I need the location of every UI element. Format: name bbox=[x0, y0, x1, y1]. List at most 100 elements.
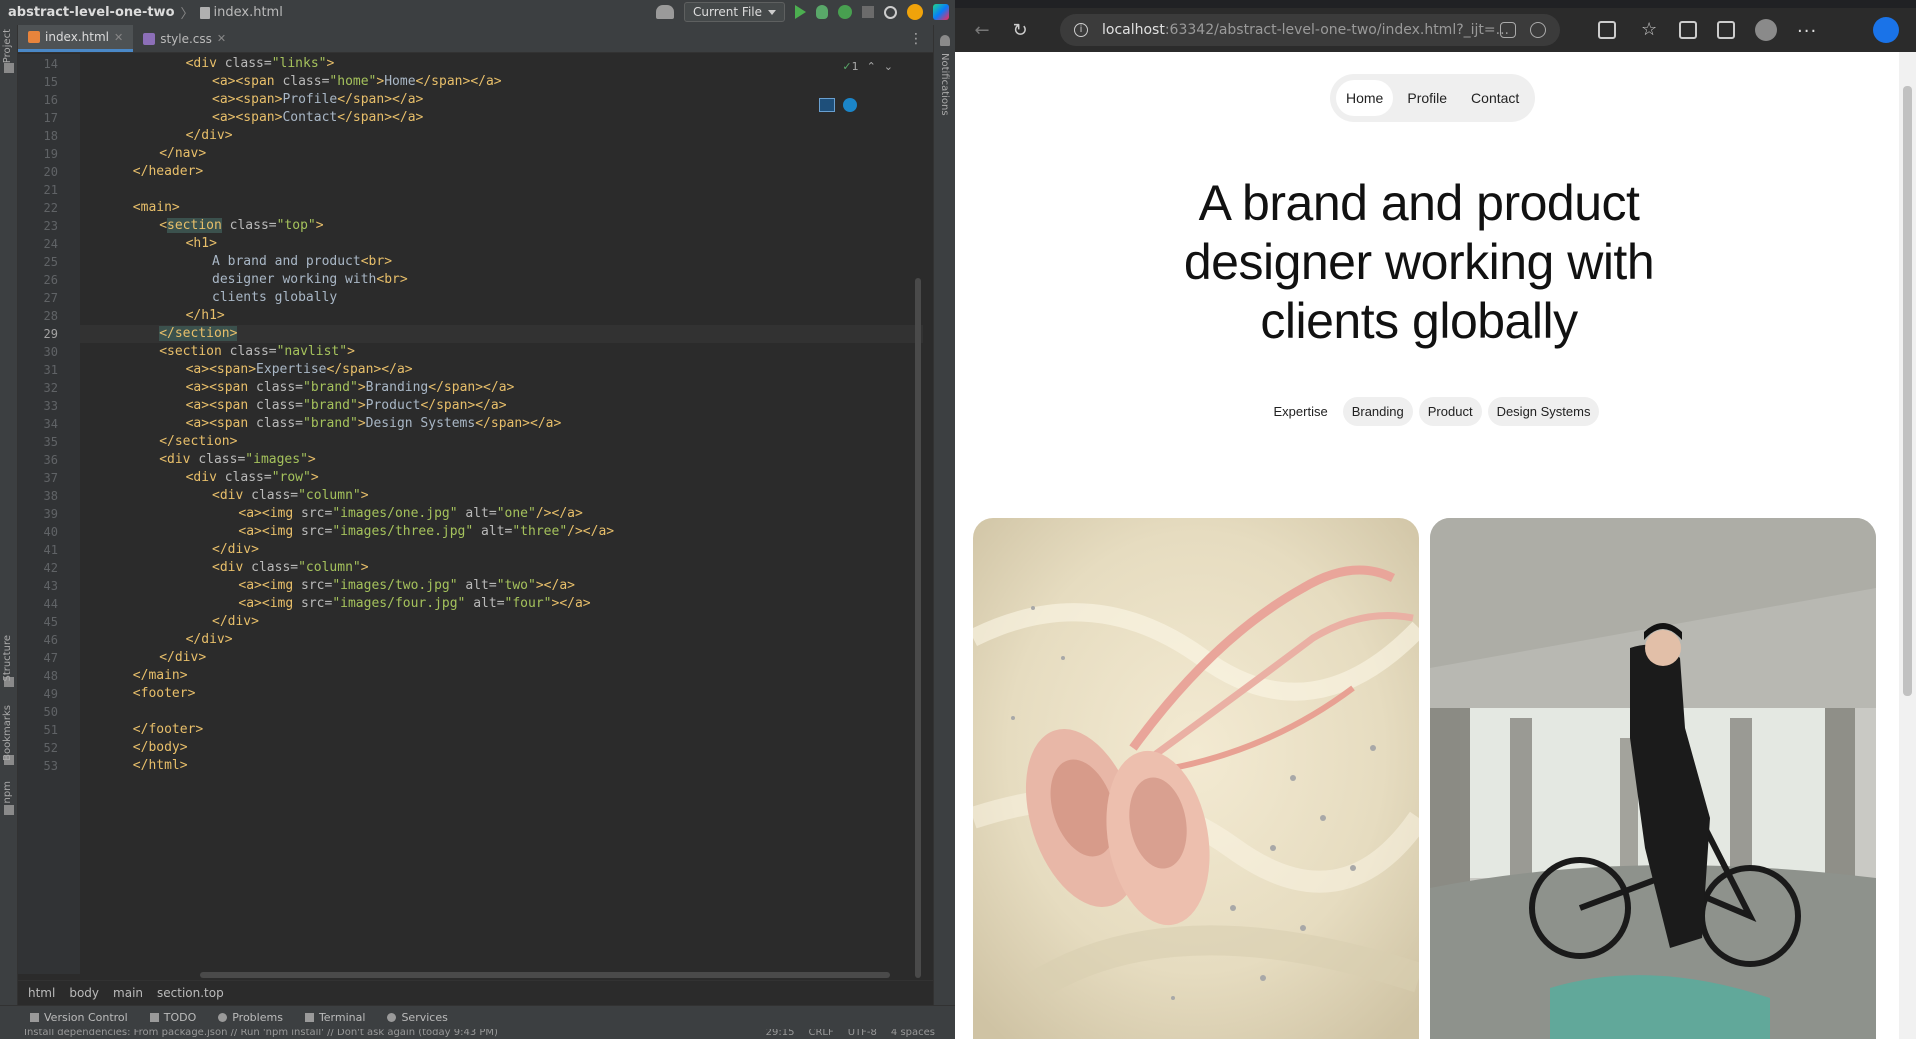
tab-style-css[interactable]: style.css ✕ bbox=[133, 25, 236, 52]
code-line[interactable]: 30 <section class="navlist"> bbox=[44, 343, 923, 361]
chip-product[interactable]: Product bbox=[1418, 397, 1482, 426]
bookmarks-tool-label[interactable]: Bookmarks bbox=[2, 705, 13, 761]
code-line[interactable]: 15 <a><span class="home">Home</span></a> bbox=[44, 73, 923, 91]
stop-icon[interactable] bbox=[862, 6, 874, 18]
notifications-tool-label[interactable]: Notifications bbox=[939, 53, 950, 116]
code-line[interactable]: 37 <div class="row"> bbox=[44, 469, 923, 487]
project-tool-label[interactable]: Project bbox=[2, 29, 13, 63]
code-line[interactable]: 24 <h1> bbox=[44, 235, 923, 253]
todo-button[interactable]: TODO bbox=[149, 1011, 196, 1024]
code-line[interactable]: 53 </html> bbox=[44, 757, 923, 775]
back-arrow-icon[interactable]: ← bbox=[967, 15, 997, 45]
more-options-icon[interactable]: ⋮ bbox=[909, 31, 923, 47]
code-line[interactable]: 21 bbox=[44, 181, 923, 199]
services-button[interactable]: Services bbox=[387, 1011, 448, 1024]
chip-expertise[interactable]: Expertise bbox=[1265, 397, 1337, 426]
code-line[interactable]: 18 </div> bbox=[44, 127, 923, 145]
run-icon[interactable] bbox=[795, 5, 806, 19]
code-line[interactable]: 26 designer working with<br> bbox=[44, 271, 923, 289]
image-ballet-shoes[interactable] bbox=[973, 518, 1419, 1039]
code-line[interactable]: 51 </footer> bbox=[44, 721, 923, 739]
code-line[interactable]: 39 <a><img src="images/one.jpg" alt="one"… bbox=[44, 505, 923, 523]
editor-horizontal-scrollbar[interactable] bbox=[200, 972, 890, 978]
run-config-select[interactable]: Current File bbox=[684, 2, 785, 22]
search-icon[interactable] bbox=[884, 5, 897, 19]
address-bar[interactable]: i localhost:63342/abstract-level-one-two… bbox=[1060, 14, 1560, 46]
profile-avatar-icon[interactable] bbox=[1755, 19, 1777, 41]
code-line[interactable]: 20 </header> bbox=[44, 163, 923, 181]
code-line[interactable]: 25 A brand and product<br> bbox=[44, 253, 923, 271]
code-line[interactable]: 40 <a><img src="images/three.jpg" alt="th… bbox=[44, 523, 923, 541]
bell-icon[interactable] bbox=[940, 35, 950, 46]
code-line[interactable]: 44 <a><img src="images/four.jpg" alt="fou… bbox=[44, 595, 923, 613]
close-icon[interactable]: ✕ bbox=[217, 32, 226, 45]
code-line[interactable]: 48 </main> bbox=[44, 667, 923, 685]
add-favorite-icon[interactable] bbox=[1530, 22, 1546, 38]
indent-setting[interactable]: 4 spaces bbox=[891, 1029, 935, 1038]
cursor-position[interactable]: 29:15 bbox=[766, 1029, 795, 1038]
close-icon[interactable]: ✕ bbox=[114, 31, 123, 44]
update-icon[interactable] bbox=[907, 4, 923, 20]
reload-icon[interactable]: ↻ bbox=[1005, 15, 1035, 45]
code-line[interactable]: 38 <div class="column"> bbox=[44, 487, 923, 505]
code-line[interactable]: 33 <a><span class="brand">Product</span><… bbox=[44, 397, 923, 415]
code-line[interactable]: 34 <a><span class="brand">Design Systems<… bbox=[44, 415, 923, 433]
code-line[interactable]: 14 <div class="links"> bbox=[44, 55, 923, 73]
code-line[interactable]: 31 <a><span>Expertise</span></a> bbox=[44, 361, 923, 379]
breadcrumb-item[interactable]: body bbox=[69, 986, 99, 1000]
problems-button[interactable]: Problems bbox=[218, 1011, 283, 1024]
code-line[interactable]: 16 <a><span>Profile</span></a> bbox=[44, 91, 923, 109]
favorites-icon[interactable]: ☆ bbox=[1641, 21, 1659, 39]
status-message[interactable]: Install dependencies: From package.json … bbox=[24, 1029, 498, 1038]
read-aloud-icon[interactable] bbox=[1500, 22, 1516, 38]
editor-scrollbar[interactable] bbox=[915, 278, 921, 978]
code-line[interactable]: 52 </body> bbox=[44, 739, 923, 757]
bing-copilot-icon[interactable] bbox=[1873, 17, 1899, 43]
page-scrollbar[interactable] bbox=[1899, 52, 1916, 1039]
scrollbar-thumb[interactable] bbox=[1903, 86, 1912, 696]
chip-design-systems[interactable]: Design Systems bbox=[1487, 397, 1600, 426]
jetbrains-icon[interactable] bbox=[933, 4, 949, 20]
code-line[interactable]: 36 <div class="images"> bbox=[44, 451, 923, 469]
project-name[interactable]: abstract-level-one-two bbox=[8, 5, 175, 20]
code-line[interactable]: 17 <a><span>Contact</span></a> bbox=[44, 109, 923, 127]
split-screen-icon[interactable] bbox=[1717, 21, 1735, 39]
code-line[interactable]: 32 <a><span class="brand">Branding</span>… bbox=[44, 379, 923, 397]
npm-icon[interactable] bbox=[4, 805, 14, 815]
code-line[interactable]: 42 <div class="column"> bbox=[44, 559, 923, 577]
nav-contact-link[interactable]: Contact bbox=[1461, 80, 1529, 116]
chip-branding[interactable]: Branding bbox=[1342, 397, 1413, 426]
extensions-icon[interactable] bbox=[1598, 21, 1616, 39]
terminal-button[interactable]: Terminal bbox=[304, 1011, 365, 1024]
breadcrumb-item[interactable]: section.top bbox=[157, 986, 224, 1000]
code-line[interactable]: 35 </section> bbox=[44, 433, 923, 451]
breadcrumb-item[interactable]: html bbox=[28, 986, 55, 1000]
code-editor[interactable]: ✓1 ⌃ ⌄ 14 <div class="links"> 15 <a><span c… bbox=[44, 54, 923, 978]
collections-icon[interactable] bbox=[1679, 21, 1697, 39]
code-line[interactable]: 23 <section class="top"> bbox=[44, 217, 923, 235]
coverage-icon[interactable] bbox=[838, 5, 852, 19]
info-icon[interactable]: i bbox=[1074, 23, 1088, 37]
version-control-button[interactable]: Version Control bbox=[30, 1011, 128, 1024]
line-separator[interactable]: CRLF bbox=[808, 1029, 833, 1038]
code-line[interactable]: 49 <footer> bbox=[44, 685, 923, 703]
title-file-name[interactable]: index.html bbox=[214, 5, 283, 20]
file-encoding[interactable]: UTF-8 bbox=[848, 1029, 877, 1038]
more-icon[interactable]: ··· bbox=[1797, 23, 1816, 44]
debug-icon[interactable] bbox=[816, 5, 828, 19]
code-line[interactable]: 50 bbox=[44, 703, 923, 721]
structure-tool-label[interactable]: Structure bbox=[2, 635, 13, 682]
user-icon[interactable] bbox=[656, 5, 675, 19]
npm-tool-label[interactable]: npm bbox=[2, 781, 13, 803]
tab-index-html[interactable]: index.html ✕ bbox=[18, 25, 134, 52]
code-line[interactable]: 43 <a><img src="images/two.jpg" alt="two"… bbox=[44, 577, 923, 595]
code-line[interactable]: 41 </div> bbox=[44, 541, 923, 559]
code-line[interactable]: 29 </section> bbox=[44, 325, 923, 343]
image-bmx-rider[interactable] bbox=[1430, 518, 1876, 1039]
code-line[interactable]: 46 </div> bbox=[44, 631, 923, 649]
code-line[interactable]: 19 </nav> bbox=[44, 145, 923, 163]
nav-profile-link[interactable]: Profile bbox=[1397, 80, 1457, 116]
code-line[interactable]: 47 </div> bbox=[44, 649, 923, 667]
code-line[interactable]: 27 clients globally bbox=[44, 289, 923, 307]
breadcrumb-item[interactable]: main bbox=[113, 986, 143, 1000]
